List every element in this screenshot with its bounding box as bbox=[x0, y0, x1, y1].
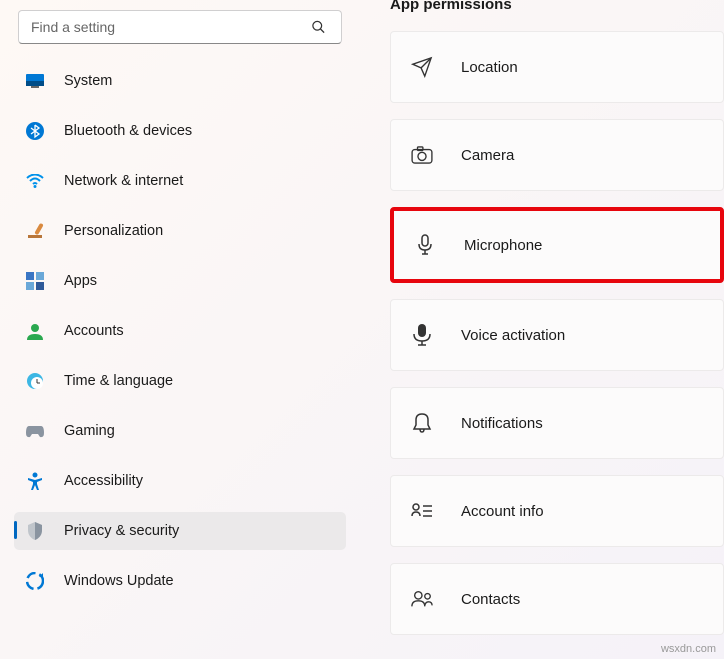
personalization-icon bbox=[26, 222, 44, 240]
sidebar-item-apps[interactable]: Apps bbox=[14, 262, 346, 300]
sidebar-item-gaming[interactable]: Gaming bbox=[14, 412, 346, 450]
voice-activation-icon bbox=[411, 324, 433, 346]
sidebar-item-bluetooth[interactable]: Bluetooth & devices bbox=[14, 112, 346, 150]
sidebar-item-windows-update[interactable]: Windows Update bbox=[14, 562, 346, 600]
sidebar-item-label: System bbox=[64, 73, 112, 89]
permission-item-voice-activation[interactable]: Voice activation bbox=[390, 299, 724, 371]
apps-icon bbox=[26, 272, 44, 290]
sidebar-item-label: Bluetooth & devices bbox=[64, 123, 192, 139]
sidebar-item-label: Personalization bbox=[64, 223, 163, 239]
watermark: wsxdn.com bbox=[661, 643, 716, 655]
accounts-icon bbox=[26, 322, 44, 340]
section-title: App permissions bbox=[390, 0, 724, 13]
sidebar-item-accessibility[interactable]: Accessibility bbox=[14, 462, 346, 500]
permission-label: Account info bbox=[461, 503, 544, 520]
sidebar-item-label: Gaming bbox=[64, 423, 115, 439]
network-icon bbox=[26, 172, 44, 190]
notifications-icon bbox=[411, 412, 433, 434]
sidebar-nav: System Bluetooth & devices Network & int… bbox=[14, 62, 346, 600]
privacy-security-icon bbox=[26, 522, 44, 540]
permission-label: Location bbox=[461, 59, 518, 76]
windows-update-icon bbox=[26, 572, 44, 590]
permission-item-notifications[interactable]: Notifications bbox=[390, 387, 724, 459]
permission-item-microphone[interactable]: Microphone bbox=[390, 207, 724, 283]
contacts-icon bbox=[411, 588, 433, 610]
accessibility-icon bbox=[26, 472, 44, 490]
search-container bbox=[18, 10, 342, 44]
gaming-icon bbox=[26, 422, 44, 440]
sidebar-item-accounts[interactable]: Accounts bbox=[14, 312, 346, 350]
permission-label: Voice activation bbox=[461, 327, 565, 344]
time-language-icon bbox=[26, 372, 44, 390]
sidebar-item-privacy-security[interactable]: Privacy & security bbox=[14, 512, 346, 550]
permissions-list: Location Camera Microphone Voice activat… bbox=[390, 31, 724, 635]
account-info-icon bbox=[411, 500, 433, 522]
sidebar-item-network[interactable]: Network & internet bbox=[14, 162, 346, 200]
permission-label: Microphone bbox=[464, 237, 542, 254]
permission-item-contacts[interactable]: Contacts bbox=[390, 563, 724, 635]
sidebar-item-label: Privacy & security bbox=[64, 523, 179, 539]
microphone-icon bbox=[414, 234, 436, 256]
search-input[interactable] bbox=[18, 10, 342, 44]
location-icon bbox=[411, 56, 433, 78]
sidebar-item-label: Network & internet bbox=[64, 173, 183, 189]
permission-item-camera[interactable]: Camera bbox=[390, 119, 724, 191]
sidebar-item-label: Accessibility bbox=[64, 473, 143, 489]
sidebar-item-label: Apps bbox=[64, 273, 97, 289]
sidebar-item-system[interactable]: System bbox=[14, 62, 346, 100]
permission-item-account-info[interactable]: Account info bbox=[390, 475, 724, 547]
sidebar-item-label: Accounts bbox=[64, 323, 124, 339]
sidebar-item-personalization[interactable]: Personalization bbox=[14, 212, 346, 250]
permission-item-location[interactable]: Location bbox=[390, 31, 724, 103]
permission-label: Contacts bbox=[461, 591, 520, 608]
system-icon bbox=[26, 72, 44, 90]
sidebar-item-time-language[interactable]: Time & language bbox=[14, 362, 346, 400]
sidebar-item-label: Time & language bbox=[64, 373, 173, 389]
camera-icon bbox=[411, 144, 433, 166]
permission-label: Notifications bbox=[461, 415, 543, 432]
permission-label: Camera bbox=[461, 147, 514, 164]
bluetooth-icon bbox=[26, 122, 44, 140]
sidebar-item-label: Windows Update bbox=[64, 573, 174, 589]
